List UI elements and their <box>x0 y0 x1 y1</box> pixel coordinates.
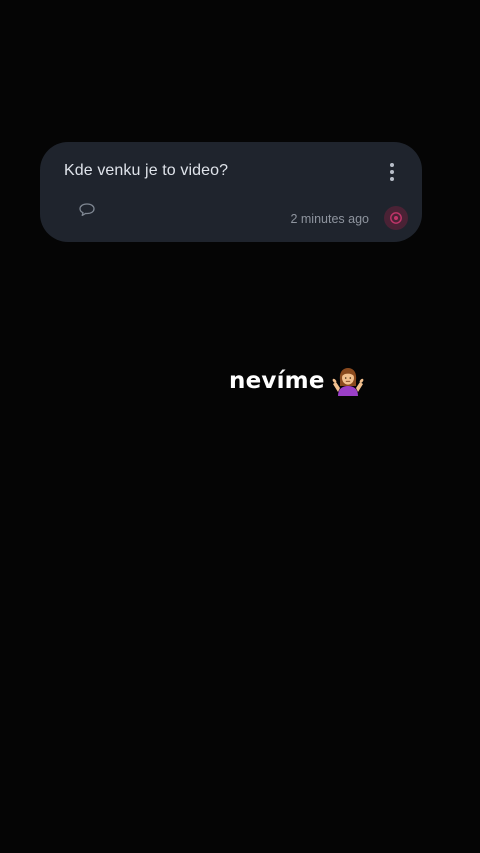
caption-text: nevíme <box>229 368 325 394</box>
question-text: Kde venku je to video? <box>64 162 229 179</box>
reaction-icon <box>390 212 402 224</box>
more-options-button[interactable] <box>380 160 404 184</box>
question-card[interactable]: Kde venku je to video? 2 minutes ago <box>40 142 422 242</box>
timestamp: 2 minutes ago <box>290 212 369 226</box>
comment-icon <box>79 203 95 217</box>
caption: nevíme <box>229 366 365 396</box>
comment-button[interactable] <box>78 202 96 218</box>
screen: Kde venku je to video? 2 minutes ago nev… <box>0 0 480 853</box>
woman-shrugging-icon <box>332 368 364 396</box>
more-vertical-icon <box>390 163 394 167</box>
reaction-button[interactable] <box>384 206 408 230</box>
